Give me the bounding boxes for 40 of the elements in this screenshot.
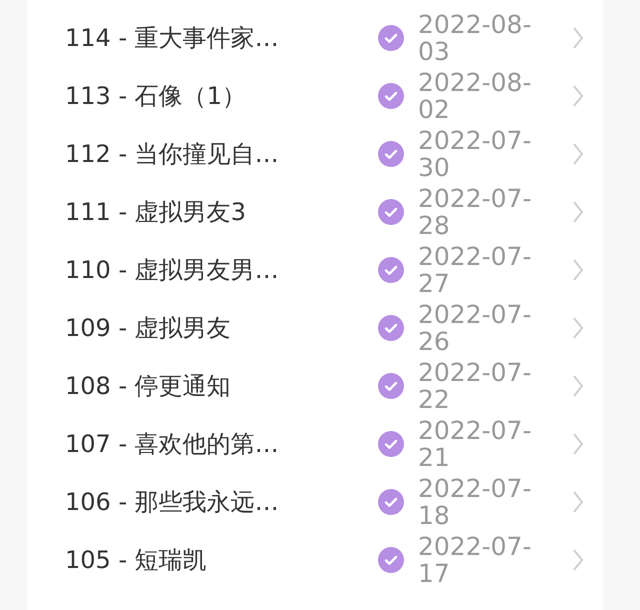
chapter-title: 108 - 停更通知 <box>65 371 232 402</box>
chapter-title: 114 - 重大事件家… <box>65 23 280 54</box>
chevron-right-icon <box>572 258 584 282</box>
chevron-right-icon <box>572 432 584 456</box>
chapter-date: 2022-07-28 <box>418 185 532 239</box>
chapter-title: 111 - 虚拟男友3 <box>65 197 247 228</box>
chapter-row[interactable]: 107 - 喜欢他的第… 2022-07-21 <box>27 415 603 473</box>
chevron-right-icon <box>572 26 584 50</box>
chevron-right-icon <box>572 548 584 572</box>
chapter-title: 106 - 那些我永远… <box>65 487 280 518</box>
chapter-date: 2022-07-27 <box>418 243 532 297</box>
chapter-row[interactable]: 108 - 停更通知 2022-07-22 <box>27 357 603 415</box>
chevron-right-icon <box>572 490 584 514</box>
chapter-date: 2022-07-26 <box>418 301 532 355</box>
chevron-right-icon <box>572 316 584 340</box>
chapter-row[interactable]: 112 - 当你撞见自… 2022-07-30 <box>27 125 603 183</box>
chevron-right-icon <box>572 142 584 166</box>
chapter-date: 2022-07-18 <box>418 475 532 529</box>
chapter-title: 110 - 虚拟男友男… <box>65 255 280 286</box>
chapter-date: 2022-07-21 <box>418 417 532 471</box>
chapter-title: 109 - 虚拟男友 <box>65 313 232 344</box>
chapter-row[interactable]: 106 - 那些我永远… 2022-07-18 <box>27 473 603 531</box>
chapter-date: 2022-07-22 <box>418 359 532 413</box>
chevron-right-icon <box>572 374 584 398</box>
chapter-title: 107 - 喜欢他的第… <box>65 429 280 460</box>
chapter-title: 105 - 短瑞凯 <box>65 545 208 576</box>
chapter-row[interactable]: 111 - 虚拟男友3 2022-07-28 <box>27 183 603 241</box>
chevron-right-icon <box>572 200 584 224</box>
chapter-title: 113 - 石像（1） <box>65 81 247 112</box>
chapter-row[interactable]: 109 - 虚拟男友 2022-07-26 <box>27 299 603 357</box>
chapter-date: 2022-07-30 <box>418 127 532 181</box>
chapter-date: 2022-08-02 <box>418 69 532 123</box>
chapter-date: 2022-07-17 <box>418 533 532 587</box>
chapter-row[interactable]: 113 - 石像（1） 2022-08-02 <box>27 67 603 125</box>
chapter-date: 2022-08-03 <box>418 11 532 65</box>
chapter-row[interactable]: 114 - 重大事件家… 2022-08-03 <box>27 9 603 67</box>
chevron-right-icon <box>572 84 584 108</box>
chapter-row[interactable]: 105 - 短瑞凯 2022-07-17 <box>27 531 603 589</box>
chapter-row[interactable]: 110 - 虚拟男友男… 2022-07-27 <box>27 241 603 299</box>
chapter-title: 112 - 当你撞见自… <box>65 139 280 170</box>
